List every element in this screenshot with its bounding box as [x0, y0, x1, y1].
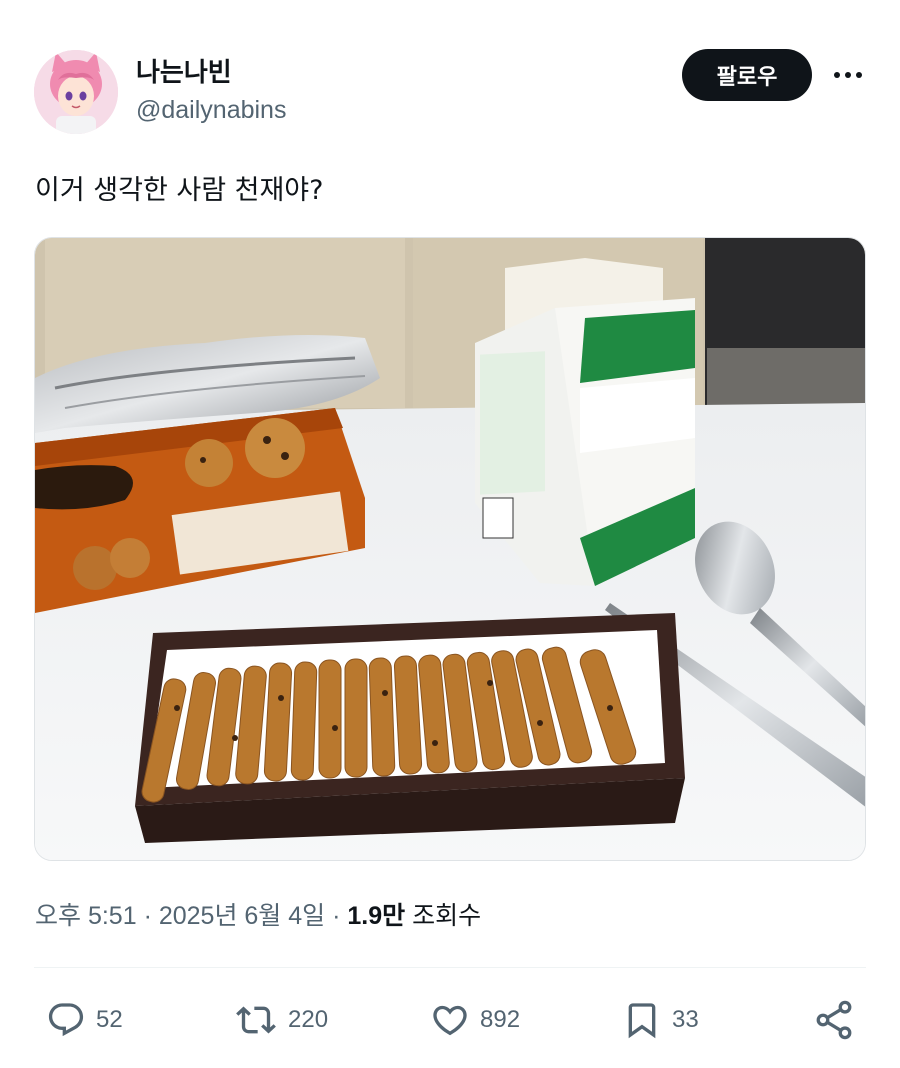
- tweet-date[interactable]: 2025년 6월 4일: [159, 902, 325, 930]
- repost-icon: [236, 1006, 276, 1034]
- views-label: 조회수: [412, 902, 482, 930]
- like-icon: [433, 1005, 467, 1036]
- bookmark-button[interactable]: 33: [622, 998, 699, 1042]
- divider: [34, 967, 866, 968]
- reply-icon: [48, 1003, 84, 1037]
- bookmark-count: 33: [672, 1006, 699, 1033]
- tweet-text: 이거 생각한 사람 천재야?: [35, 175, 324, 206]
- reply-count: 52: [96, 1006, 123, 1033]
- avatar-image: [34, 50, 118, 134]
- meta-separator: ·: [332, 902, 341, 930]
- views-count: 1.9만: [347, 902, 406, 930]
- avatar[interactable]: [34, 50, 118, 134]
- repost-button[interactable]: 220: [234, 998, 328, 1042]
- bookmark-icon: [628, 1003, 656, 1039]
- follow-button[interactable]: 팔로우: [682, 49, 812, 101]
- tweet-photo[interactable]: [34, 237, 866, 861]
- share-button[interactable]: [812, 998, 856, 1042]
- user-handle[interactable]: @dailynabins: [136, 96, 286, 125]
- repost-count: 220: [288, 1006, 329, 1033]
- photo-illustration: [35, 238, 865, 860]
- like-count: 892: [480, 1006, 521, 1033]
- share-icon: [816, 1000, 852, 1040]
- tweet-time[interactable]: 오후 5:51: [35, 902, 137, 930]
- display-name[interactable]: 나는나빈: [136, 52, 232, 89]
- like-button[interactable]: 892: [430, 998, 520, 1042]
- tweet-meta: 오후 5:51 · 2025년 6월 4일 · 1.9만 조회수: [35, 896, 481, 932]
- reply-button[interactable]: 52: [46, 998, 123, 1042]
- meta-separator: ·: [143, 902, 152, 930]
- more-icon[interactable]: [828, 58, 868, 92]
